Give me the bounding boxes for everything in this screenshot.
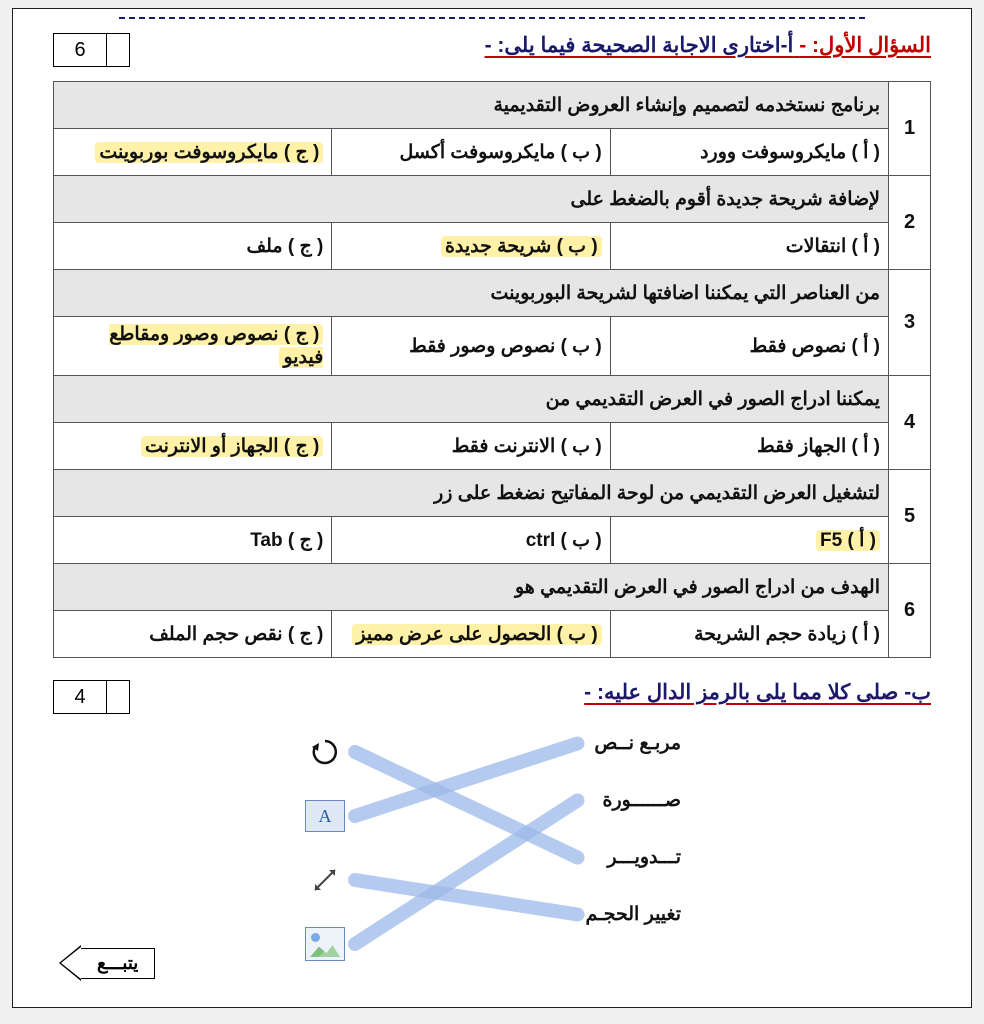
mcq-option: ( أ ) F5	[610, 517, 888, 564]
mcq-option: ( ج ) نصوص وصور ومقاطع فيديو	[54, 317, 332, 376]
mcq-option: ( ج ) الجهاز أو الانترنت	[54, 423, 332, 470]
question-lead: السؤال الأول: -	[799, 34, 931, 57]
arrow-left-icon	[59, 945, 81, 981]
match-connection-lines	[53, 732, 931, 972]
mcq-option: ( أ ) انتقالات	[610, 223, 888, 270]
mcq-number: 6	[889, 564, 931, 658]
section-a-title: أ-اختارى الاجابة الصحيحة فيما يلى: -	[485, 34, 794, 57]
rotate-icon	[303, 732, 347, 772]
mcq-question: برنامج نستخدمه لتصميم وإنشاء العروض التق…	[54, 82, 889, 129]
mcq-number: 2	[889, 176, 931, 270]
mcq-number: 5	[889, 470, 931, 564]
textbox-icon: A	[303, 796, 347, 836]
mcq-question: الهدف من ادراج الصور في العرض التقديمي ه…	[54, 564, 889, 611]
score-b-blank	[107, 681, 129, 713]
mcq-option: ( ب ) شريحة جديدة	[332, 223, 610, 270]
score-box-b: 4	[53, 680, 130, 714]
match-label: تغيير الحجـم	[586, 903, 682, 926]
mcq-option: ( أ ) الجهاز فقط	[610, 423, 888, 470]
mcq-option: ( أ ) زيادة حجم الشريحة	[610, 611, 888, 658]
matching-area: مربـع نــص صــــــورة تـــدويـــر تغيير الح…	[53, 732, 931, 972]
mcq-option: ( ج ) نقص حجم الملف	[54, 611, 332, 658]
mcq-question: يمكننا ادراج الصور في العرض التقديمي من	[54, 376, 889, 423]
resize-icon	[303, 860, 347, 900]
section-b-heading: ب- صلى كلا مما يلى بالرمز الدال عليه: -	[584, 680, 931, 705]
mcq-option: ( أ ) مايكروسوفت وورد	[610, 129, 888, 176]
continue-label: يتبـــع	[81, 948, 155, 979]
match-icons: A	[303, 732, 347, 964]
match-label: تـــدويـــر	[586, 846, 682, 869]
match-label: صــــــورة	[586, 789, 682, 812]
score-a-blank	[107, 34, 129, 66]
top-rule	[119, 17, 865, 19]
section-b-title: ب- صلى كلا مما يلى بالرمز الدال عليه: -	[584, 681, 931, 704]
match-label: مربـع نــص	[586, 732, 682, 755]
mcq-option: ( ج ) مايكروسوفت بوربوينت	[54, 129, 332, 176]
score-box-a: 6	[53, 33, 130, 67]
mcq-option: ( ج ) Tab	[54, 517, 332, 564]
mcq-option: ( ب ) مايكروسوفت أكسل	[332, 129, 610, 176]
mcq-question: لتشغيل العرض التقديمي من لوحة المفاتيح ن…	[54, 470, 889, 517]
match-labels: مربـع نــص صــــــورة تـــدويـــر تغيير الح…	[586, 732, 682, 926]
score-b-value: 4	[54, 681, 107, 713]
mcq-question: لإضافة شريحة جديدة أقوم بالضغط على	[54, 176, 889, 223]
image-icon	[303, 924, 347, 964]
mcq-option: ( ب ) الحصول على عرض مميز	[332, 611, 610, 658]
worksheet-page: السؤال الأول: - أ-اختارى الاجابة الصحيحة…	[12, 8, 972, 1008]
continue-indicator: يتبـــع	[59, 945, 155, 981]
mcq-number: 4	[889, 376, 931, 470]
mcq-question: من العناصر التي يمكننا اضافتها لشريحة ال…	[54, 270, 889, 317]
mcq-number: 3	[889, 270, 931, 376]
mcq-option: ( ب ) الانترنت فقط	[332, 423, 610, 470]
mcq-option: ( أ ) نصوص فقط	[610, 317, 888, 376]
section-b-heading-row: ب- صلى كلا مما يلى بالرمز الدال عليه: - …	[53, 680, 931, 714]
mcq-table: 1برنامج نستخدمه لتصميم وإنشاء العروض الت…	[53, 81, 931, 658]
mcq-option: ( ب ) نصوص وصور فقط	[332, 317, 610, 376]
mcq-number: 1	[889, 82, 931, 176]
score-a-value: 6	[54, 34, 107, 66]
section-a-heading: السؤال الأول: - أ-اختارى الاجابة الصحيحة…	[485, 33, 931, 58]
mcq-option: ( ج ) ملف	[54, 223, 332, 270]
section-a-heading-row: السؤال الأول: - أ-اختارى الاجابة الصحيحة…	[53, 33, 931, 67]
mcq-option: ( ب ) ctrl	[332, 517, 610, 564]
